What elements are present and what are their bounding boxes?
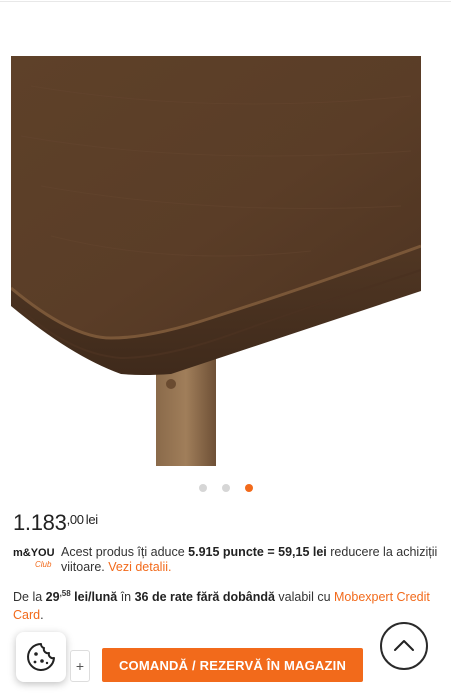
installments-in: în: [117, 590, 135, 605]
product-image-gallery[interactable]: [11, 56, 421, 466]
installment-rates: 36 de rate fără dobândă: [134, 590, 275, 605]
price-integer: 1.183: [13, 510, 67, 535]
logo-text: m&YOU: [13, 547, 55, 559]
product-price: 1.183,00 lei: [13, 510, 98, 536]
loyalty-points-info: m&YOU Club Acest produs îți aduce 5.915 …: [13, 545, 443, 575]
gallery-pagination: [0, 484, 451, 494]
logo-subtext: Club: [35, 560, 52, 569]
chevron-up-icon: [394, 640, 414, 651]
gallery-dot-3-active[interactable]: [244, 484, 253, 492]
loyalty-text: Acest produs îți aduce 5.915 puncte = 59…: [61, 545, 443, 575]
installment-per-month: lei/lună: [70, 590, 118, 605]
installments-prefix: De la: [13, 590, 46, 605]
installments-info: De la 29,58 lei/lună în 36 de rate fără …: [13, 585, 438, 624]
price-currency: lei: [85, 512, 98, 527]
gallery-dot-1[interactable]: [198, 484, 207, 492]
installment-amount: 29: [45, 590, 60, 605]
loyalty-text-before: Acest produs îți aduce: [61, 545, 189, 559]
gallery-dot-2[interactable]: [221, 484, 230, 492]
myou-club-logo: m&YOU Club: [13, 545, 55, 575]
installments-end: .: [40, 608, 44, 623]
top-divider: [0, 0, 451, 2]
quantity-increase-button[interactable]: +: [70, 650, 90, 682]
loyalty-details-link[interactable]: Vezi detalii.: [108, 560, 171, 574]
price-decimals: ,00: [66, 512, 84, 527]
order-reserve-button[interactable]: COMANDĂ / REZERVĂ ÎN MAGAZIN: [102, 648, 363, 682]
loyalty-points: 5.915 puncte = 59,15 lei: [188, 545, 327, 559]
cookie-settings-button[interactable]: [16, 632, 66, 682]
installment-decimals: ,58: [59, 589, 71, 598]
scroll-to-top-button[interactable]: [380, 622, 428, 670]
cookie-icon: [27, 643, 55, 671]
product-image: [11, 56, 421, 466]
installments-suffix: valabil cu: [274, 590, 334, 605]
